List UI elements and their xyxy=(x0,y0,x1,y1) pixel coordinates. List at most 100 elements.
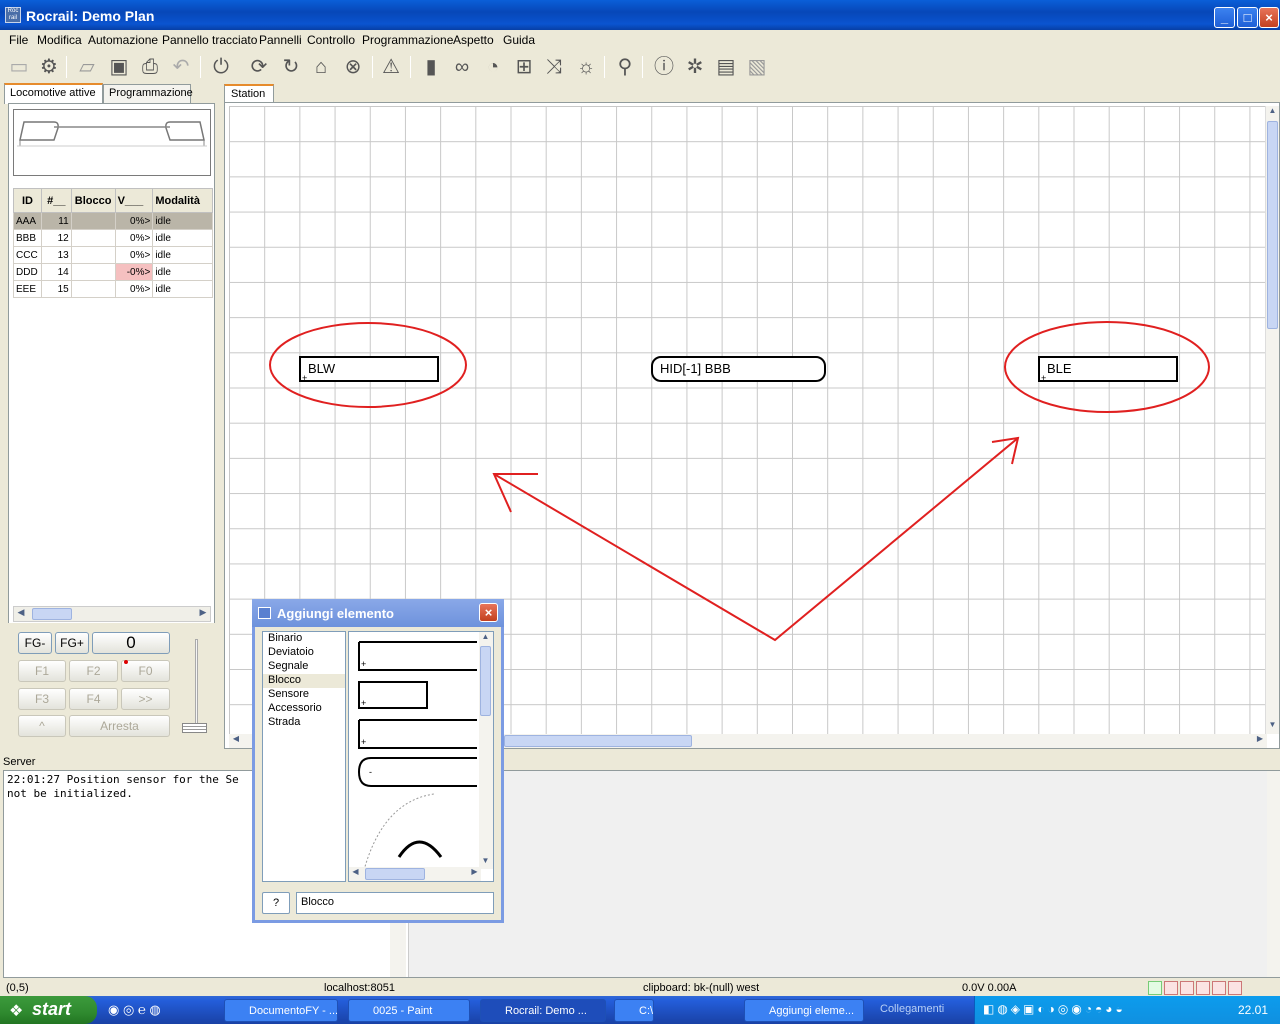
preview-horizontal-scrollbar[interactable]: ◀ ▶ xyxy=(349,867,481,881)
fg-plus-button[interactable]: FG+ xyxy=(55,632,89,654)
scroll-right-icon[interactable]: ▶ xyxy=(468,867,481,880)
table-row[interactable]: DDD 14 -0%> idle xyxy=(13,263,213,281)
list-item-strada[interactable]: Strada xyxy=(263,716,345,730)
print-icon[interactable]: ⎙ xyxy=(137,54,163,80)
warning-icon[interactable]: ⚠ xyxy=(378,54,404,80)
col-id[interactable]: ID xyxy=(13,188,42,213)
speed-slider[interactable] xyxy=(182,639,210,739)
table-row[interactable]: CCC 13 0%> idle xyxy=(13,246,213,264)
document-icon[interactable]: ▤ xyxy=(713,54,739,80)
f3-button[interactable]: F3 xyxy=(18,688,66,710)
tab-programmazione[interactable]: Programmazione xyxy=(103,84,193,103)
more-functions-button[interactable]: >> xyxy=(121,688,170,710)
block-hid-bbb[interactable]: HID[-1] BBB xyxy=(651,356,826,382)
col-modalita[interactable]: Modalità xyxy=(152,188,213,213)
col-blocco[interactable]: Blocco xyxy=(70,188,116,213)
scroll-thumb[interactable] xyxy=(480,646,491,716)
preview-block-short[interactable] xyxy=(358,681,428,709)
close-button[interactable]: × xyxy=(1259,7,1279,28)
list-item-blocco[interactable]: Blocco xyxy=(263,674,345,688)
rotate-icon[interactable]: ↻ xyxy=(278,54,304,80)
scroll-thumb[interactable] xyxy=(32,608,72,620)
menu-file[interactable]: File xyxy=(9,33,28,47)
menu-automazione[interactable]: Automazione xyxy=(88,33,158,47)
save-icon[interactable]: ▣ xyxy=(106,54,132,80)
preview-block-long[interactable] xyxy=(358,641,477,671)
shuffle-icon[interactable]: ⤨ xyxy=(541,54,567,80)
settings-icon[interactable]: ⚙ xyxy=(36,54,62,80)
table-row[interactable]: EEE 15 0%> idle xyxy=(13,280,213,298)
preview-turntable[interactable] xyxy=(397,840,443,858)
col-number[interactable]: #__ xyxy=(40,188,72,213)
menu-modifica[interactable]: Modifica xyxy=(37,33,82,47)
speedometer-icon[interactable]: ◔ xyxy=(480,54,506,80)
home-icon[interactable]: ⌂ xyxy=(308,54,334,80)
slider-thumb[interactable] xyxy=(182,723,207,733)
minimize-button[interactable]: _ xyxy=(1214,7,1235,28)
task-rocrail[interactable]: Rocrail: Demo ... xyxy=(480,999,606,1022)
block-blw[interactable]: BLW + xyxy=(299,356,439,383)
light-icon[interactable]: ☼ xyxy=(573,54,599,80)
scroll-down-icon[interactable]: ▼ xyxy=(1266,720,1279,734)
info-icon[interactable]: ⓘ xyxy=(651,54,677,80)
power-icon[interactable]: ⏻ xyxy=(208,54,234,80)
stop-button[interactable]: Arresta xyxy=(69,715,170,737)
start-button[interactable]: ❖ start xyxy=(0,996,97,1024)
loco-horizontal-scrollbar[interactable]: ◀ ▶ xyxy=(13,606,211,622)
quicklaunch-icons[interactable]: ◉ ◎ ℮ ◍ xyxy=(108,1002,161,1018)
task-documentofy[interactable]: DocumentoFY - ... xyxy=(224,999,338,1022)
detail-scrollbar[interactable] xyxy=(1267,771,1280,977)
direction-button[interactable]: ^ xyxy=(18,715,66,737)
scroll-thumb[interactable] xyxy=(1267,121,1278,329)
element-preview-list[interactable]: + + + - ▲ ▼ ◀ ▶ xyxy=(348,631,494,882)
scroll-right-icon[interactable]: ▶ xyxy=(1253,734,1267,748)
col-v[interactable]: V___ xyxy=(114,188,154,213)
train-icon[interactable]: ▮ xyxy=(418,54,444,80)
preview-block-rounded[interactable] xyxy=(357,757,477,787)
preview-block-alt[interactable] xyxy=(358,719,477,749)
scroll-up-icon[interactable]: ▲ xyxy=(1266,106,1279,120)
tab-locomotive-attive[interactable]: Locomotive attive xyxy=(4,83,103,104)
links-toolbar[interactable]: Collegamenti xyxy=(880,1003,944,1015)
menu-aspetto[interactable]: Aspetto xyxy=(453,33,494,47)
menu-controllo[interactable]: Controllo xyxy=(307,33,355,47)
f2-button[interactable]: F2 xyxy=(69,660,118,682)
task-paint[interactable]: 0025 - Paint xyxy=(348,999,470,1022)
scroll-right-icon[interactable]: ▶ xyxy=(196,607,210,621)
tab-station[interactable]: Station xyxy=(224,84,274,104)
help-button[interactable]: ? xyxy=(262,892,290,914)
scroll-left-icon[interactable]: ◀ xyxy=(229,734,243,748)
list-item-sensore[interactable]: Sensore xyxy=(263,688,345,702)
canvas-vertical-scrollbar[interactable]: ▲ ▼ xyxy=(1265,106,1279,734)
f0-button[interactable]: F0 xyxy=(121,660,170,682)
scroll-left-icon[interactable]: ◀ xyxy=(349,867,362,880)
pages-icon[interactable]: ▧ xyxy=(744,54,770,80)
menu-guida[interactable]: Guida xyxy=(503,33,535,47)
cancel-icon[interactable]: ⊗ xyxy=(340,54,366,80)
search-icon[interactable]: ⚲ xyxy=(612,54,638,80)
f1-button[interactable]: F1 xyxy=(18,660,66,682)
menu-programmazione[interactable]: Programmazione xyxy=(362,33,453,47)
list-item-binario[interactable]: Binario xyxy=(263,632,345,646)
network-icon[interactable]: ⊞ xyxy=(511,54,537,80)
menu-pannello-tracciato[interactable]: Pannello tracciato xyxy=(162,33,257,47)
list-item-deviatoio[interactable]: Deviatoio xyxy=(263,646,345,660)
f4-button[interactable]: F4 xyxy=(69,688,118,710)
table-row[interactable]: AAA 11 0%> idle xyxy=(13,212,213,230)
scroll-up-icon[interactable]: ▲ xyxy=(479,632,492,645)
menu-pannelli[interactable]: Pannelli xyxy=(259,33,302,47)
dialog-title-bar[interactable]: Aggiungi elemento × xyxy=(252,599,504,627)
preview-vertical-scrollbar[interactable]: ▲ ▼ xyxy=(479,632,493,869)
list-item-accessorio[interactable]: Accessorio xyxy=(263,702,345,716)
sync-icon[interactable]: ⟳ xyxy=(246,54,272,80)
route-icon[interactable]: ∞ xyxy=(449,54,475,80)
dialog-close-button[interactable]: × xyxy=(479,603,498,622)
fg-minus-button[interactable]: FG- xyxy=(18,632,52,654)
task-aggiungi-elemento[interactable]: Aggiungi eleme... xyxy=(744,999,864,1022)
bug-icon[interactable]: ✲ xyxy=(682,54,708,80)
scroll-left-icon[interactable]: ◀ xyxy=(14,607,28,621)
list-item-segnale[interactable]: Segnale xyxy=(263,660,345,674)
scroll-thumb[interactable] xyxy=(504,735,692,747)
block-ble[interactable]: BLE + xyxy=(1038,356,1178,383)
task-cmd[interactable]: C:\ xyxy=(614,999,654,1022)
